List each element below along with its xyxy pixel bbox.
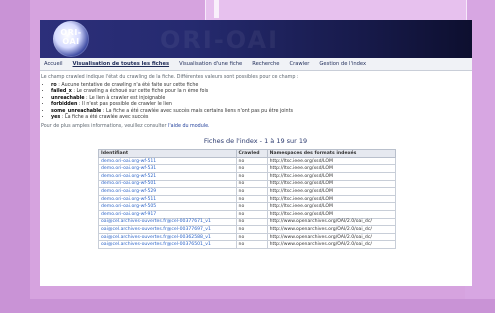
crawled-cell: no [235,187,268,196]
crawled-cell: no [235,240,268,249]
table-row: demo.ori-oai.org-wf-917 no http://ltsc.i… [98,209,397,219]
fiche-link[interactable]: demo.ori-oai.org-wf-511 [101,197,156,202]
nav-visualisation-toutes[interactable]: Visualisation de toutes les fiches [73,61,170,67]
header-namespaces: Namespaces des formats indexés [266,148,397,158]
status-desc: Il n'est pas possible de crawler le lien [82,102,172,108]
crawled-cell: no [235,209,268,219]
namespace-cell: http://www.openarchives.org/OAI/2.0/oai_… [266,240,397,249]
namespace-cell: http://ltsc.ieee.org/xsd/LOM [266,172,397,181]
fiche-link[interactable]: demo.ori-oai.org-wf-917 [101,212,156,217]
id-cell: demo.ori-oai.org-wf-521 [98,172,237,181]
browser-page: ORI-OAI ORI-OAI Accueil Visualisation de… [40,20,472,286]
status-code: unreachable [51,95,85,101]
status-item: yes : La fiche a été crawlée avec succès [51,115,470,121]
id-cell: demo.ori-oai.org-wf-501 [98,179,237,189]
fiche-link[interactable]: demo.ori-oai.org-wf-521 [101,174,156,179]
id-cell: demo.ori-oai.org-wf-511 [98,156,237,166]
id-cell: demo.ori-oai.org-wf-531 [98,164,237,173]
table-row: oai@cel.archives-ouvertes.fr@cel-0037650… [98,240,397,249]
status-code: forbidden [51,102,78,108]
id-cell: demo.ori-oai.org-wf-511 [98,194,237,204]
table-row: oai@cel.archives-ouvertes.fr@cel-0037769… [98,225,397,234]
namespace-cell: http://www.openarchives.org/OAI/2.0/oai_… [266,232,397,242]
fiche-link[interactable]: demo.ori-oai.org-wf-505 [101,204,156,209]
nav-gestion-index[interactable]: Gestion de l'index [319,61,366,67]
namespace-cell: http://ltsc.ieee.org/xsd/LOM [266,156,397,166]
table-row: demo.ori-oai.org-wf-511 no http://ltsc.i… [98,156,397,166]
fiche-link[interactable]: demo.ori-oai.org-wf-511 [101,159,156,164]
more-info: Pour de plus amples informations, veuill… [41,124,470,129]
fiche-link[interactable]: demo.ori-oai.org-wf-501 [101,181,156,186]
nav-accueil[interactable]: Accueil [44,61,63,67]
id-cell: oai@cel.archives-ouvertes.fr@cel-0037769… [98,225,237,234]
intro-text: Le champ crawled indique l'état du crawl… [41,75,299,80]
id-cell: demo.ori-oai.org-wf-917 [98,209,237,219]
table-row: demo.ori-oai.org-wf-521 no http://ltsc.i… [98,172,397,181]
namespace-cell: http://www.openarchives.org/OAI/2.0/oai_… [266,225,397,234]
crawled-cell: no [235,156,268,166]
id-cell: oai@cel.archives-ouvertes.fr@cel-0036258… [98,232,237,242]
help-link[interactable]: l'aide du module. [168,124,210,129]
id-cell: demo.ori-oai.org-wf-505 [98,202,237,211]
status-desc: La fiche a été crawlée avec succès [64,115,149,121]
header-watermark: ORI-OAI [160,26,280,54]
main-nav: Accueil Visualisation de toutes les fich… [40,58,472,71]
crawled-cell: no [235,164,268,173]
bottom-frame [0,299,495,313]
namespace-cell: http://www.openarchives.org/OAI/2.0/oai_… [266,217,397,227]
id-cell: oai@cel.archives-ouvertes.fr@cel-0037767… [98,217,237,227]
status-code: failed_x [51,89,72,95]
header-crawled: Crawled [235,148,268,158]
id-cell: oai@cel.archives-ouvertes.fr@cel-0037650… [98,240,237,249]
table-title: Fiches de l'index - 1 à 19 sur 19 [203,136,308,145]
main-content: Le champ crawled indique l'état du crawl… [40,71,472,249]
crawled-cell: no [235,179,268,189]
namespace-cell: http://ltsc.ieee.org/xsd/LOM [266,164,397,173]
namespace-cell: http://ltsc.ieee.org/xsd/LOM [266,179,397,189]
status-desc: Le lien à crawler est injoignable [89,95,166,101]
left-frame [0,0,30,313]
more-info-text: Pour de plus amples informations, veuill… [41,123,167,129]
status-code: yes [51,115,61,121]
nav-crawler[interactable]: Crawler [289,61,309,67]
nav-recherche[interactable]: Recherche [252,61,279,67]
fiche-link[interactable]: oai@cel.archives-ouvertes.fr@cel-0037650… [101,242,211,247]
status-code: some_unreachable [51,108,102,114]
table-header-row: Identifiant Crawled Namespaces des forma… [98,148,397,158]
namespace-cell: http://ltsc.ieee.org/xsd/LOM [266,194,397,204]
fiche-link[interactable]: oai@cel.archives-ouvertes.fr@cel-0036258… [101,235,211,240]
table-row: demo.ori-oai.org-wf-531 no http://ltsc.i… [98,164,397,173]
table-row: oai@cel.archives-ouvertes.fr@cel-0037767… [98,217,397,227]
fiche-link[interactable]: oai@cel.archives-ouvertes.fr@cel-0037767… [101,219,211,224]
fiche-link[interactable]: demo.ori-oai.org-wf-529 [101,189,156,194]
table-row: demo.ori-oai.org-wf-529 no http://ltsc.i… [98,187,397,196]
table-row: demo.ori-oai.org-wf-501 no http://ltsc.i… [98,179,397,189]
nav-visualisation-fiche[interactable]: Visualisation d'une fiche [179,61,242,67]
status-list: ro : Aucune tentative de crawling n'a ét… [51,83,470,122]
id-cell: demo.ori-oai.org-wf-529 [98,187,237,196]
header-identifiant: Identifiant [98,148,237,158]
table-row: oai@cel.archives-ouvertes.fr@cel-0036258… [98,232,397,242]
crawled-cell: no [235,217,268,227]
status-desc: La fiche a été crawlée avec succès mais … [106,108,293,114]
fiche-link[interactable]: oai@cel.archives-ouvertes.fr@cel-0037769… [101,227,211,232]
crawled-cell: no [235,202,268,211]
table-row: demo.ori-oai.org-wf-505 no http://ltsc.i… [98,202,397,211]
index-table: Identifiant Crawled Namespaces des forma… [98,148,397,249]
namespace-cell: http://ltsc.ieee.org/xsd/LOM [266,202,397,211]
table-row: demo.ori-oai.org-wf-511 no http://ltsc.i… [98,194,397,204]
status-desc: Le crawling a échoué sur cette fiche pou… [76,89,209,95]
fiche-link[interactable]: demo.ori-oai.org-wf-531 [101,166,156,171]
namespace-cell: http://ltsc.ieee.org/xsd/LOM [266,209,397,219]
crawled-cell: no [235,172,268,181]
crawled-cell: no [235,194,268,204]
crawled-cell: no [235,232,268,242]
logo-text: ORI-OAI [60,28,82,46]
site-header: ORI-OAI ORI-OAI [40,20,472,58]
namespace-cell: http://ltsc.ieee.org/xsd/LOM [266,187,397,196]
top-overlay-handle [214,0,219,18]
crawled-cell: no [235,225,268,234]
status-desc: Aucune tentative de crawling n'a été fai… [61,83,199,88]
status-code: ro [51,83,57,88]
